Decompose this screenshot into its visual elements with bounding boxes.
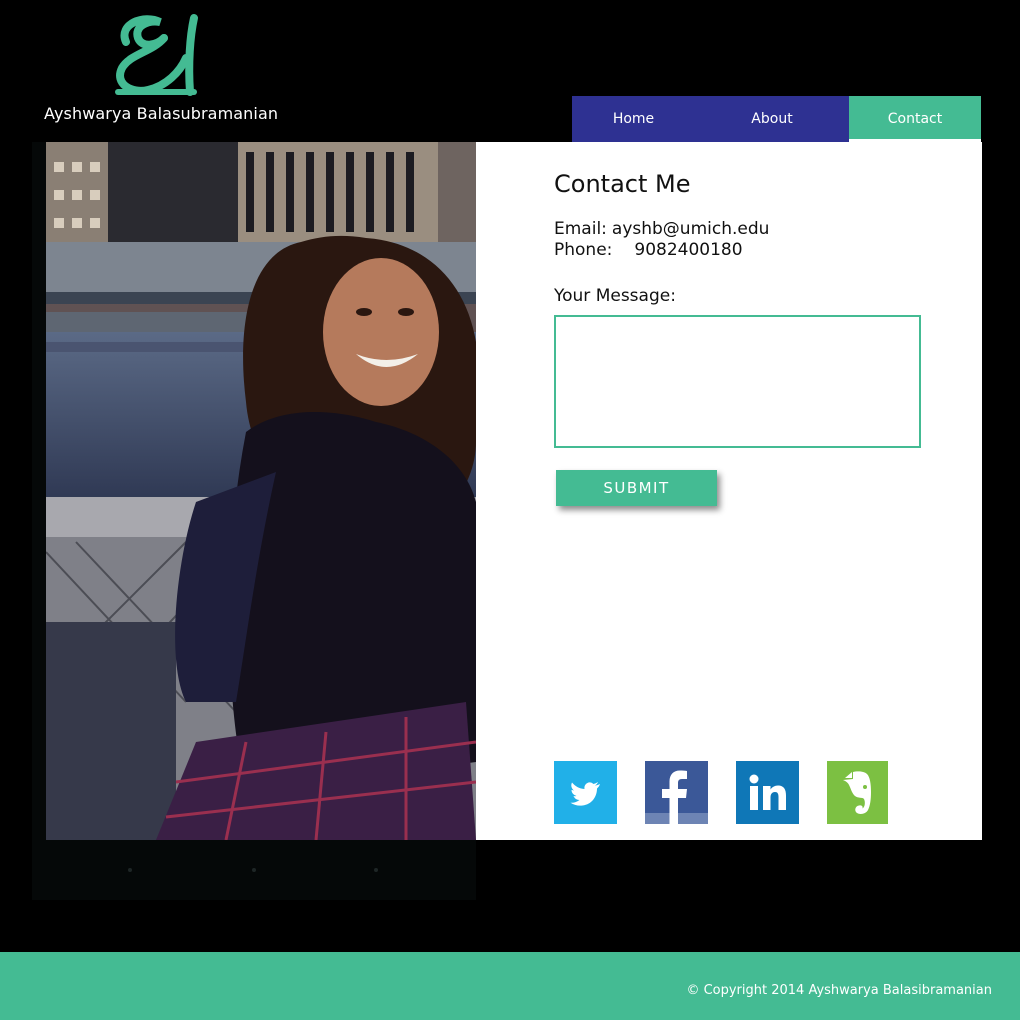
tab-about[interactable]: About xyxy=(695,96,849,142)
facebook-link[interactable] xyxy=(645,761,708,824)
main-nav: Home About Contact xyxy=(572,96,981,142)
profile-photo-image xyxy=(46,142,476,840)
contact-title: Contact Me xyxy=(554,170,691,198)
evernote-icon xyxy=(842,770,871,814)
evernote-link[interactable] xyxy=(827,761,888,824)
tab-home[interactable]: Home xyxy=(572,96,695,142)
email-line: Email: ayshb@umich.edu xyxy=(554,219,769,239)
twitter-link[interactable] xyxy=(554,761,617,824)
message-label: Your Message: xyxy=(554,286,676,306)
facebook-icon xyxy=(645,770,708,824)
profile-photo xyxy=(46,142,476,840)
linkedin-icon xyxy=(749,774,786,810)
phone-line: Phone: 9082400180 xyxy=(554,240,743,260)
linkedin-link[interactable] xyxy=(736,761,799,824)
phone-label: Phone: xyxy=(554,240,613,260)
email-value[interactable]: ayshb@umich.edu xyxy=(612,219,770,239)
slider-dot[interactable] xyxy=(252,868,256,872)
site-name: Ayshwarya Balasubramanian xyxy=(44,104,279,123)
email-label: Email: xyxy=(554,219,607,239)
contact-panel: Contact Me Email: ayshb@umich.edu Phone: 9… xyxy=(476,142,982,840)
submit-button[interactable]: SUBMIT xyxy=(556,470,717,506)
message-input[interactable] xyxy=(554,315,921,448)
slider-dot[interactable] xyxy=(128,868,132,872)
phone-value: 9082400180 xyxy=(634,240,743,260)
copyright-text: © Copyright 2014 Ayshwarya Balasibramani… xyxy=(686,983,992,998)
slider-dot[interactable] xyxy=(374,868,378,872)
tab-contact[interactable]: Contact xyxy=(849,96,981,142)
logo-monogram-icon xyxy=(115,14,198,96)
footer: © Copyright 2014 Ayshwarya Balasibramani… xyxy=(0,952,1020,1020)
twitter-icon xyxy=(570,781,600,806)
